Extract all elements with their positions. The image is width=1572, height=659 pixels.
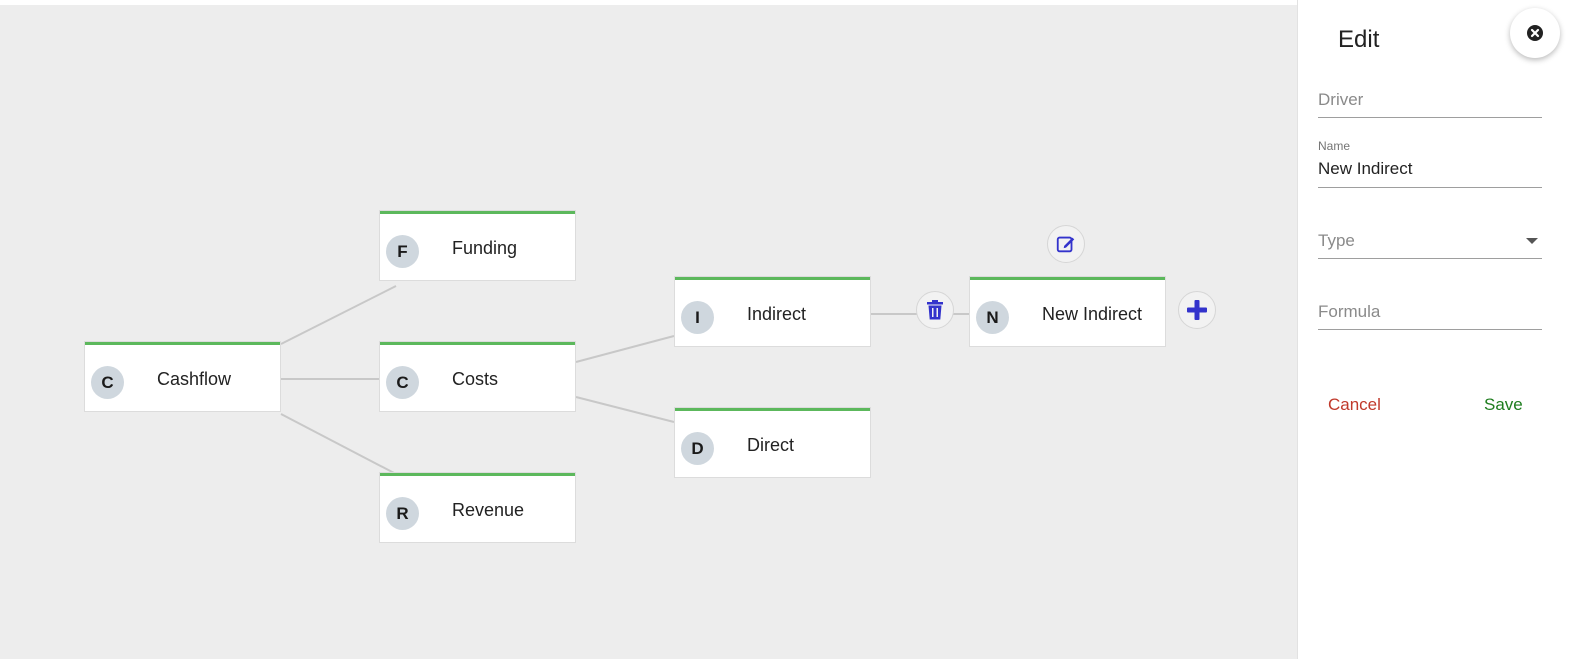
node-badge: D [681,432,714,465]
name-value: New Indirect [1318,159,1413,178]
edit-icon [1056,236,1075,253]
node-label: Costs [452,369,499,389]
node-badge: F [386,235,419,268]
cancel-button[interactable]: Cancel [1328,395,1381,415]
name-label: Name [1318,139,1351,153]
link-costs-indirect [575,335,675,363]
close-button[interactable] [1510,8,1560,58]
type-select[interactable]: Type [1318,231,1542,259]
link-cashflow-funding [280,285,397,345]
node-label: Direct [747,435,795,455]
node-badge: R [386,497,419,530]
edit-node-button[interactable] [1047,225,1085,263]
save-button[interactable]: Save [1484,395,1523,415]
node-new-indirect[interactable]: N New Indirect [970,277,1165,346]
link-costs-direct [575,396,675,423]
node-label: Funding [452,238,518,258]
trash-icon [927,300,943,320]
delete-node-button[interactable] [916,291,954,329]
node-badge: I [681,301,714,334]
node-revenue[interactable]: R Revenue [380,473,575,542]
panel-title: Edit [1338,26,1380,53]
node-label: Revenue [452,500,525,520]
node-cashflow[interactable]: C Cashflow [85,342,280,411]
plus-icon [1187,300,1207,320]
driver-field[interactable]: Driver [1318,90,1542,118]
add-child-button[interactable] [1178,291,1216,329]
formula-placeholder: Formula [1318,302,1381,321]
name-field[interactable]: Name New Indirect [1318,139,1542,188]
node-badge: N [976,301,1009,334]
node-direct[interactable]: D Direct [675,408,870,477]
close-icon [1527,25,1543,41]
node-badge: C [386,366,419,399]
node-label: Cashflow [157,369,232,389]
node-costs[interactable]: C Costs [380,342,575,411]
link-cashflow-revenue [280,413,397,475]
formula-field[interactable]: Formula [1318,302,1542,330]
node-label: New Indirect [1042,304,1143,324]
node-label: Indirect [747,304,807,324]
edit-panel: Edit Driver Name New Indirect Type Formu… [1297,0,1572,659]
chevron-down-icon [1526,238,1538,244]
driver-placeholder: Driver [1318,90,1364,109]
type-placeholder: Type [1318,231,1355,250]
node-badge: C [91,366,124,399]
node-indirect[interactable]: I Indirect [675,277,870,346]
node-funding[interactable]: F Funding [380,211,575,280]
